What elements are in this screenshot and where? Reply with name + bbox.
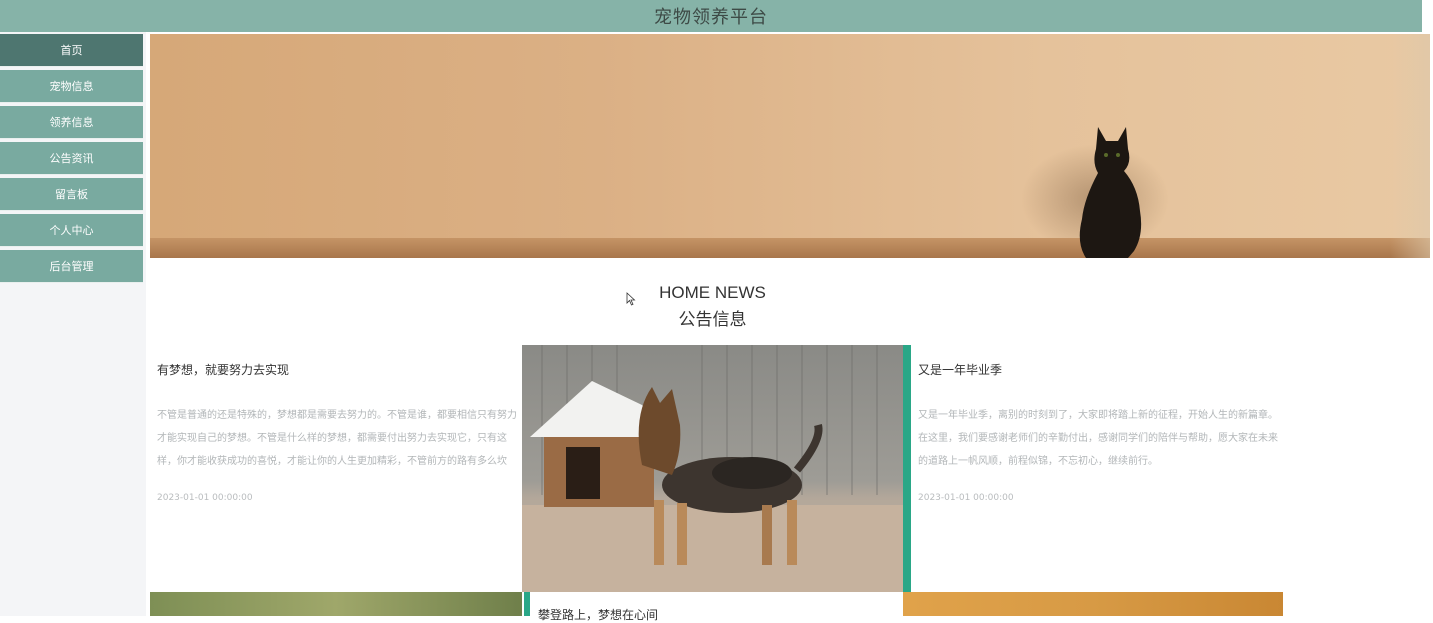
banner-floor bbox=[150, 238, 1430, 258]
accent-bar-bottom bbox=[524, 592, 530, 616]
sidebar-item-adoption-info[interactable]: 领养信息 bbox=[0, 106, 143, 139]
section-title-cn: 公告信息 bbox=[678, 310, 747, 330]
sidebar-item-message-board[interactable]: 留言板 bbox=[0, 178, 143, 211]
sidebar-item-home[interactable]: 首页 bbox=[0, 34, 143, 67]
news-image-bottom-right[interactable] bbox=[903, 592, 1283, 616]
news-card-1[interactable]: 有梦想，就要努力去实现 不管是普通的还是特殊的，梦想都是需要去努力的。不管是谁，… bbox=[157, 361, 517, 503]
sidebar: 首页 宠物信息 领养信息 公告资讯 留言板 个人中心 后台管理 bbox=[0, 32, 146, 616]
section-title: HOME NEWS 公告信息 bbox=[600, 283, 825, 330]
top-header: 宠物领养平台 bbox=[0, 0, 1422, 32]
news-date: 2023-01-01 00:00:00 bbox=[918, 493, 1014, 503]
sidebar-item-announcements[interactable]: 公告资讯 bbox=[0, 142, 143, 175]
news-image-bottom-left[interactable] bbox=[150, 592, 522, 616]
news-image-dog[interactable] bbox=[522, 345, 903, 592]
dog-photo bbox=[522, 345, 903, 592]
banner-edge bbox=[1390, 34, 1430, 258]
news-headline[interactable]: 有梦想，就要努力去实现 bbox=[157, 361, 517, 378]
banner-image[interactable] bbox=[150, 34, 1430, 258]
news-card-2[interactable]: 又是一年毕业季 又是一年毕业季，离别的时刻到了，大家即将踏上新的征程，开始人生的… bbox=[918, 361, 1280, 503]
sidebar-item-pet-info[interactable]: 宠物信息 bbox=[0, 70, 143, 103]
news-summary: 不管是普通的还是特殊的，梦想都是需要去努力的。不管是谁，都要相信只有努力才能实现… bbox=[157, 410, 517, 467]
news-date: 2023-01-01 00:00:00 bbox=[157, 493, 253, 503]
sidebar-item-admin[interactable]: 后台管理 bbox=[0, 250, 143, 283]
sidebar-item-profile[interactable]: 个人中心 bbox=[0, 214, 143, 247]
site-title: 宠物领养平台 bbox=[654, 7, 768, 28]
news-headline-bottom[interactable]: 攀登路上，梦想在心间 bbox=[538, 606, 658, 623]
news-headline[interactable]: 又是一年毕业季 bbox=[918, 361, 1280, 378]
cat-silhouette-icon bbox=[1079, 127, 1142, 258]
news-summary: 又是一年毕业季，离别的时刻到了，大家即将踏上新的征程，开始人生的新篇章。在这里，… bbox=[918, 410, 1278, 467]
accent-bar bbox=[903, 345, 911, 592]
section-title-en: HOME NEWS bbox=[659, 283, 766, 302]
